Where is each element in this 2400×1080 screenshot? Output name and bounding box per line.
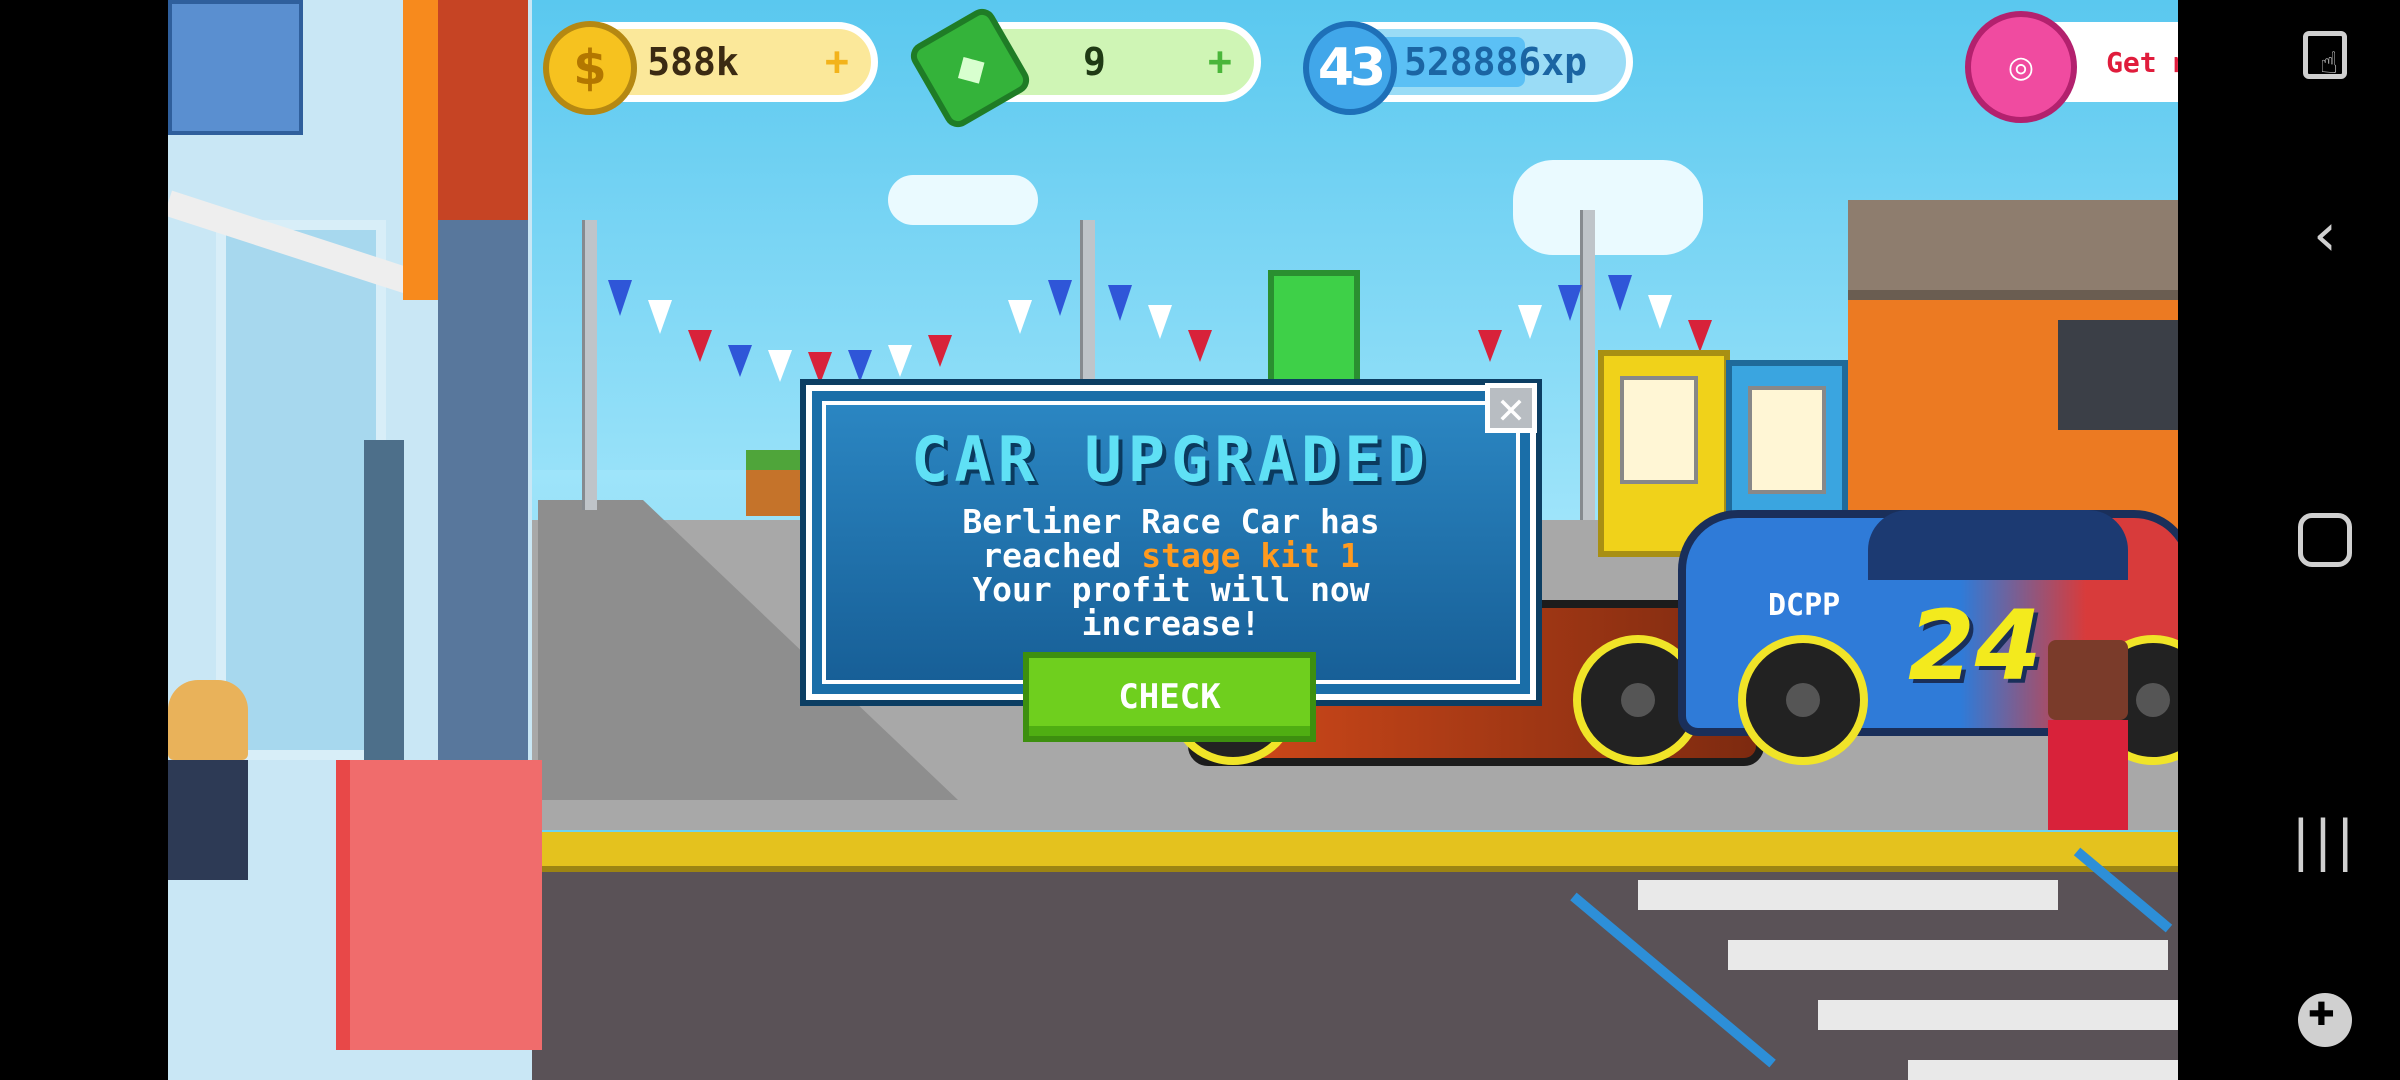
pennant-flag bbox=[1558, 285, 1582, 321]
dialog-line-1: Berliner Race Car has bbox=[962, 502, 1380, 541]
pennant-flag bbox=[1478, 330, 1502, 362]
wheel bbox=[1738, 635, 1868, 765]
coin-icon: $ bbox=[543, 21, 637, 115]
pole bbox=[582, 220, 597, 510]
screenshot-assistant-icon[interactable] bbox=[2295, 25, 2355, 85]
navigation-bar bbox=[2178, 0, 2400, 1080]
recents-button[interactable]: ||| bbox=[2292, 809, 2355, 872]
visitor-head bbox=[2048, 640, 2128, 720]
dialog-message: Berliner Race Car has reached stage kit … bbox=[826, 505, 1516, 641]
vending-window bbox=[1620, 376, 1698, 484]
xp-counter[interactable]: 43 528886xp bbox=[1303, 21, 1633, 115]
visitor-character[interactable] bbox=[2048, 640, 2128, 830]
home-button[interactable] bbox=[2295, 510, 2355, 570]
pennant-flag bbox=[1688, 320, 1712, 352]
screen: DCPP 24 $ 588k + ◆ 9 + 43 528886xp ◎ Get… bbox=[0, 0, 2400, 1080]
crosswalk-stripe bbox=[1818, 1000, 2178, 1030]
dialog-line-2: reached stage kit 1 bbox=[826, 539, 1516, 573]
pennant-flag bbox=[728, 345, 752, 377]
visitor-body bbox=[2048, 720, 2128, 830]
back-button[interactable]: ‹ bbox=[2295, 200, 2355, 270]
pennant-flag bbox=[808, 352, 832, 384]
xp-value: 528886xp bbox=[1403, 40, 1588, 84]
coins-counter[interactable]: $ 588k + bbox=[543, 21, 878, 115]
dialog-line-4: increase! bbox=[1081, 604, 1261, 643]
race-car-number: 24 bbox=[1908, 590, 2042, 702]
player-avatar[interactable] bbox=[168, 0, 303, 135]
pennant-flag bbox=[1148, 305, 1172, 339]
screenshot-frame-icon bbox=[2303, 31, 2347, 81]
pennant-flag bbox=[768, 350, 792, 382]
pennant-flag bbox=[1608, 275, 1632, 311]
cloud bbox=[888, 175, 1038, 225]
pennant-flag bbox=[1518, 305, 1542, 339]
crosswalk-stripe bbox=[1638, 880, 2058, 910]
pennant-flag bbox=[928, 335, 952, 367]
worker-head bbox=[168, 680, 248, 760]
worker-body bbox=[168, 760, 248, 880]
add-coins-icon[interactable]: + bbox=[825, 39, 849, 85]
pillar-red bbox=[438, 0, 528, 220]
donut-icon: ◎ bbox=[1965, 11, 2077, 123]
garage-roof bbox=[1848, 200, 2178, 300]
pennant-flag bbox=[1108, 285, 1132, 321]
coins-value: 588k bbox=[647, 40, 739, 84]
planter bbox=[746, 450, 810, 516]
crosswalk-stripe bbox=[1728, 940, 2168, 970]
close-button[interactable]: ✕ bbox=[1485, 383, 1537, 434]
check-button[interactable]: CHECK bbox=[1023, 652, 1316, 742]
dialog-title: CAR UPGRADED bbox=[911, 423, 1431, 496]
cloud bbox=[1513, 160, 1703, 255]
vending-window bbox=[1748, 386, 1826, 494]
game-view[interactable]: DCPP 24 $ 588k + ◆ 9 + 43 528886xp ◎ Get… bbox=[168, 0, 2178, 1080]
pennant-flag bbox=[608, 280, 632, 316]
pennant-flag bbox=[1008, 300, 1032, 334]
pennant-flag bbox=[688, 330, 712, 362]
pennant-flag bbox=[1648, 295, 1672, 329]
home-icon bbox=[2298, 513, 2352, 567]
crosswalk-stripe bbox=[1908, 1060, 2178, 1080]
pillar-pink bbox=[336, 760, 542, 1050]
pennant-flag bbox=[1048, 280, 1072, 316]
cash-counter[interactable]: ◆ 9 + bbox=[905, 3, 1261, 133]
pillar-blue bbox=[438, 220, 528, 840]
pennant-flag bbox=[888, 345, 912, 377]
pennant-flag bbox=[648, 300, 672, 334]
game-tools-button[interactable] bbox=[2295, 990, 2355, 1050]
add-cash-icon[interactable]: + bbox=[1208, 39, 1232, 85]
building-door bbox=[364, 440, 404, 760]
garage-sign bbox=[2058, 320, 2178, 430]
dialog-line-3: Your profit will now bbox=[972, 570, 1370, 609]
cash-value: 9 bbox=[1083, 40, 1106, 84]
building-window bbox=[216, 220, 386, 760]
worker-character[interactable] bbox=[168, 680, 248, 880]
curb bbox=[528, 832, 2178, 872]
donut-counter[interactable]: ◎ Get more bbox=[1965, 11, 2178, 123]
dialog-inner: CAR UPGRADED Berliner Race Car has reach… bbox=[822, 401, 1520, 684]
pennant-flag bbox=[1188, 330, 1212, 362]
race-car-roof bbox=[1868, 510, 2128, 580]
race-car-brand: DCPP bbox=[1768, 588, 1841, 623]
gamepad-icon bbox=[2298, 993, 2352, 1047]
pole bbox=[1580, 210, 1595, 520]
pennant-flag bbox=[848, 350, 872, 382]
